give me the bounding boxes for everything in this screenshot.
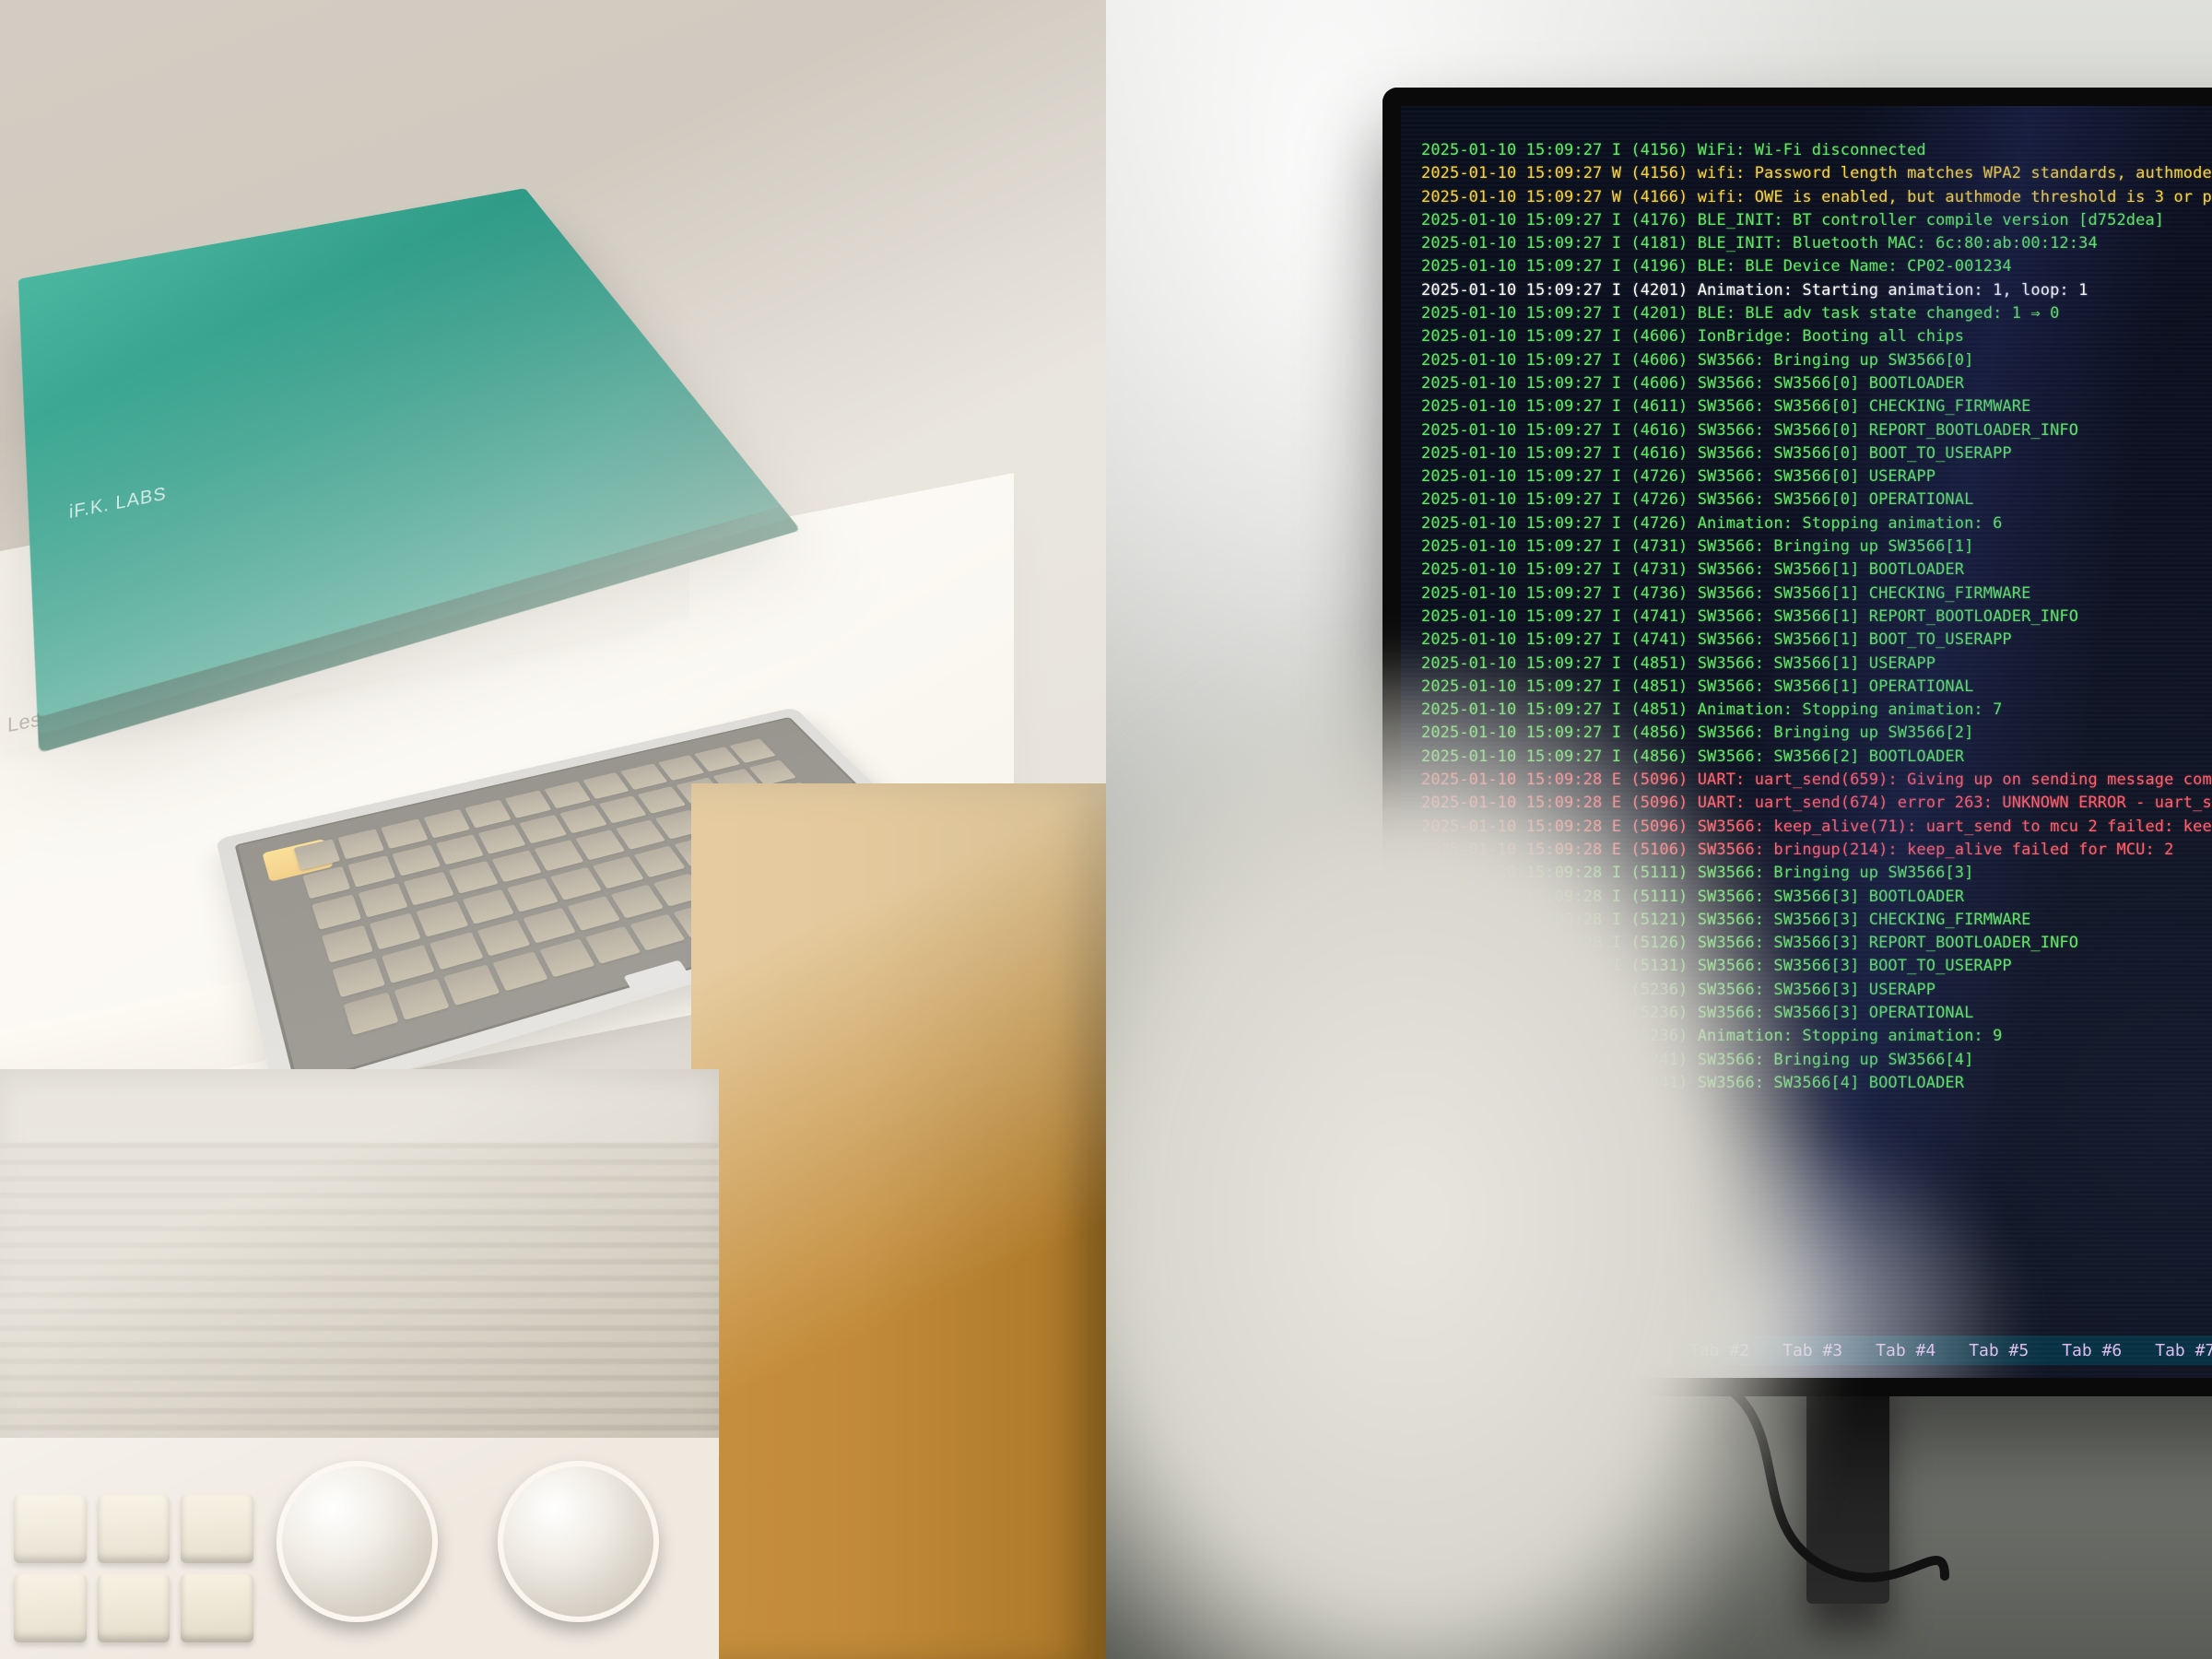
- log-line: 2025-01-10 15:09:27 I (4606) SW3566: SW3…: [1421, 372, 2212, 395]
- left-photo: Less and More iF.K. LABS: [0, 0, 1106, 1659]
- log-line: 2025-01-10 15:09:27 I (4726) Animation: …: [1421, 512, 2212, 535]
- sunlight-overlay: [0, 0, 1106, 1659]
- tab-7[interactable]: Tab #7: [2138, 1335, 2212, 1365]
- log-line: 2025-01-10 15:09:27 I (4616) SW3566: SW3…: [1421, 442, 2212, 465]
- log-line: 2025-01-10 15:09:27 I (4611) SW3566: SW3…: [1421, 395, 2212, 418]
- log-line: 2025-01-10 15:09:27 W (4166) wifi: OWE i…: [1421, 186, 2212, 209]
- log-line: 2025-01-10 15:09:27 I (4201) BLE: BLE ad…: [1421, 302, 2212, 325]
- log-line: 2025-01-10 15:09:27 I (4176) BLE_INIT: B…: [1421, 209, 2212, 232]
- tab-6[interactable]: Tab #6: [2045, 1335, 2138, 1365]
- tab-4[interactable]: Tab #4: [1859, 1335, 1952, 1365]
- log-line: 2025-01-10 15:09:27 I (4606) SW3566: Bri…: [1421, 349, 2212, 372]
- log-line: 2025-01-10 15:09:27 I (4731) SW3566: Bri…: [1421, 535, 2212, 559]
- root: Less and More iF.K. LABS: [0, 0, 2212, 1659]
- log-line: 2025-01-10 15:09:27 I (4731) SW3566: SW3…: [1421, 559, 2212, 582]
- log-line: 2025-01-10 15:09:27 I (4741) SW3566: SW3…: [1421, 606, 2212, 629]
- log-line: 2025-01-10 15:09:27 I (4196) BLE: BLE De…: [1421, 255, 2212, 278]
- log-line: 2025-01-10 15:09:27 I (4606) IonBridge: …: [1421, 325, 2212, 348]
- log-line: 2025-01-10 15:09:27 I (4741) SW3566: SW3…: [1421, 629, 2212, 652]
- foreground-blur: [1106, 664, 1825, 1659]
- log-line: 2025-01-10 15:09:27 W (4156) wifi: Passw…: [1421, 162, 2212, 185]
- log-line: 2025-01-10 15:09:27 I (4156) WiFi: Wi-Fi…: [1421, 139, 2212, 162]
- log-line: 2025-01-10 15:09:27 I (4181) BLE_INIT: B…: [1421, 232, 2212, 255]
- log-line: 2025-01-10 15:09:27 I (4201) Animation: …: [1421, 279, 2212, 302]
- log-line: 2025-01-10 15:09:27 I (4726) SW3566: SW3…: [1421, 465, 2212, 488]
- log-line: 2025-01-10 15:09:27 I (4726) SW3566: SW3…: [1421, 488, 2212, 512]
- log-line: 2025-01-10 15:09:27 I (4616) SW3566: SW3…: [1421, 419, 2212, 442]
- tab-5[interactable]: Tab #5: [1952, 1335, 2045, 1365]
- log-line: 2025-01-10 15:09:27 I (4736) SW3566: SW3…: [1421, 582, 2212, 606]
- right-photo: 2025-01-10 15:09:27 I (4156) WiFi: Wi-Fi…: [1106, 0, 2212, 1659]
